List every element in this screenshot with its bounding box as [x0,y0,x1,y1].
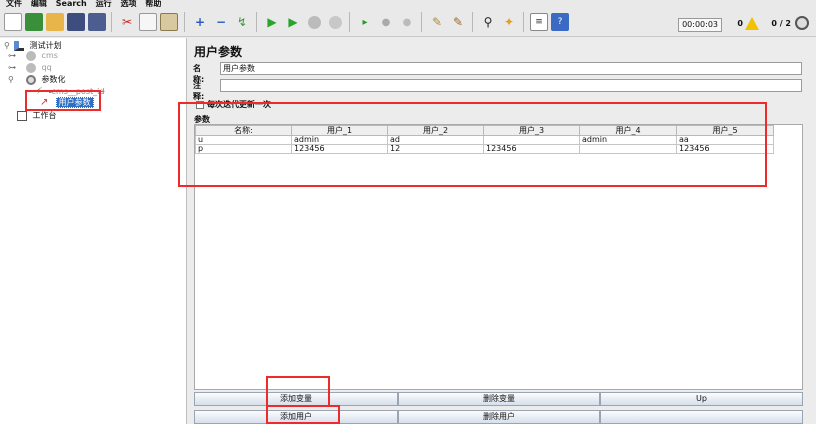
error-count: 0 [737,19,743,28]
toolbar-separator [256,12,257,32]
tree-toggle-icon[interactable]: ⊶ [8,63,16,72]
table-row: p 123456 12 123456 123456 [195,144,774,154]
copy-icon[interactable] [139,13,157,31]
menu-options[interactable]: 选项 [120,0,136,7]
table-header-row: 名称: 用户_1 用户_2 用户_3 用户_4 用户_5 [195,125,774,136]
table-cell[interactable]: 123456 [676,144,774,154]
table-cell[interactable]: admin [579,135,677,145]
expand-icon[interactable]: + [191,13,209,31]
table-cell[interactable] [579,144,677,154]
table-row: u admin ad admin aa [195,135,774,145]
start-icon[interactable]: ▶ [263,13,281,31]
remote-start-icon[interactable]: ▸ [356,13,374,31]
reset-search-icon[interactable]: ✦ [500,13,518,31]
toolbar-separator [421,12,422,32]
table-cell[interactable]: 12 [387,144,484,154]
table-cell[interactable]: admin [291,135,388,145]
elapsed-time: 00:00:03 [678,18,722,32]
delete-variable-button[interactable]: 删除变量 [398,392,600,406]
down-button[interactable] [600,410,803,424]
thread-group-icon [26,51,36,61]
save-as-icon[interactable] [88,13,106,31]
remote-shutdown-icon[interactable]: ● [398,13,416,31]
tree-node-params[interactable]: 参数化 [26,74,66,86]
tree-toggle-icon[interactable]: ⚲ [4,41,12,50]
up-button[interactable]: Up [600,392,803,406]
thread-count: 0 / 2 [771,19,791,28]
clear-all-icon[interactable]: ✎ [449,13,467,31]
toolbar-separator [472,12,473,32]
add-user-button[interactable]: 添加用户 [194,410,398,424]
params-table-area: 名称: 用户_1 用户_2 用户_3 用户_4 用户_5 u admin ad … [194,124,803,390]
sampler-icon: ⚡ [36,86,44,97]
table-cell[interactable] [483,135,580,145]
new-icon[interactable] [4,13,22,31]
column-header[interactable]: 用户_5 [676,125,774,136]
menu-bar: 文件 编辑 Search 运行 选项 帮助 [0,0,816,7]
toolbar: ✂ + − ↯ ▶ ▶ ▸ ● ● ✎ ✎ ⚲ ✦ ≡ ? 00:00:03 0… [0,7,816,37]
page-title: 用户参数 [194,45,243,59]
variable-buttons: 添加变量 删除变量 Up [194,392,803,406]
test-plan-icon [14,41,24,51]
user-params-panel: 用户参数 名称: 用户参数 注释: 每次迭代更新一次 参数 名称: 用户_1 用… [188,38,816,424]
search-icon[interactable]: ⚲ [479,13,497,31]
menu-edit[interactable]: 编辑 [31,0,47,7]
update-each-iteration-checkbox[interactable]: 每次迭代更新一次 [196,99,271,110]
update-each-iteration-label: 每次迭代更新一次 [207,100,271,109]
toggle-icon[interactable]: ↯ [233,13,251,31]
collapse-icon[interactable]: − [212,13,230,31]
column-header[interactable]: 名称: [195,125,292,136]
config-element-icon: ↗ [40,97,49,108]
gear-icon [26,75,36,85]
toolbar-separator [523,12,524,32]
save-icon[interactable] [67,13,85,31]
toolbar-separator [349,12,350,32]
help-icon[interactable]: ? [551,13,569,31]
thread-group-icon [26,63,36,73]
table-cell[interactable]: 123456 [483,144,580,154]
tree-node-workbench[interactable]: 工作台 [17,110,57,122]
tree-node-user-params[interactable]: ↗ 用户参数 [40,97,94,109]
function-helper-icon[interactable]: ≡ [530,13,548,31]
paste-icon[interactable] [160,13,178,31]
templates-icon[interactable] [25,13,43,31]
cut-icon[interactable]: ✂ [118,13,136,31]
table-cell[interactable]: aa [676,135,774,145]
remote-stop-icon[interactable]: ● [377,13,395,31]
tree-node-cms[interactable]: cms [26,50,58,62]
shutdown-icon[interactable] [326,13,344,31]
stop-icon[interactable] [305,13,323,31]
tree-toggle-icon[interactable]: ⚲ [8,75,16,84]
clear-icon[interactable]: ✎ [428,13,446,31]
menu-search[interactable]: Search [56,0,87,7]
warning-icon[interactable] [745,17,759,30]
test-plan-tree: ⚲ 测试计划 ⊶ cms ⊶ qq ⚲ 参数化 ⚡ cms__post_id ↗… [0,38,187,424]
column-header[interactable]: 用户_2 [387,125,484,136]
start-no-pauses-icon[interactable]: ▶ [284,13,302,31]
table-cell[interactable]: 123456 [291,144,388,154]
comment-field[interactable] [220,79,802,92]
tree-node-qq[interactable]: qq [26,62,52,74]
checkbox-icon [196,100,204,109]
add-variable-button[interactable]: 添加变量 [194,392,398,406]
tree-toggle-icon[interactable]: ⊶ [8,51,16,60]
table-cell[interactable]: u [195,135,292,145]
user-buttons: 添加用户 删除用户 [194,410,803,424]
table-cell[interactable]: ad [387,135,484,145]
toolbar-separator [111,12,112,32]
column-header[interactable]: 用户_1 [291,125,388,136]
menu-file[interactable]: 文件 [6,0,22,7]
params-table: 名称: 用户_1 用户_2 用户_3 用户_4 用户_5 u admin ad … [195,125,774,154]
menu-help[interactable]: 帮助 [145,0,161,7]
remote-status-icon [795,16,809,30]
delete-user-button[interactable]: 删除用户 [398,410,600,424]
menu-run[interactable]: 运行 [96,0,112,7]
column-header[interactable]: 用户_3 [483,125,580,136]
table-cell[interactable]: p [195,144,292,154]
column-header[interactable]: 用户_4 [579,125,677,136]
open-icon[interactable] [46,13,64,31]
name-field[interactable]: 用户参数 [220,62,802,75]
toolbar-separator [184,12,185,32]
workbench-icon [17,111,27,121]
